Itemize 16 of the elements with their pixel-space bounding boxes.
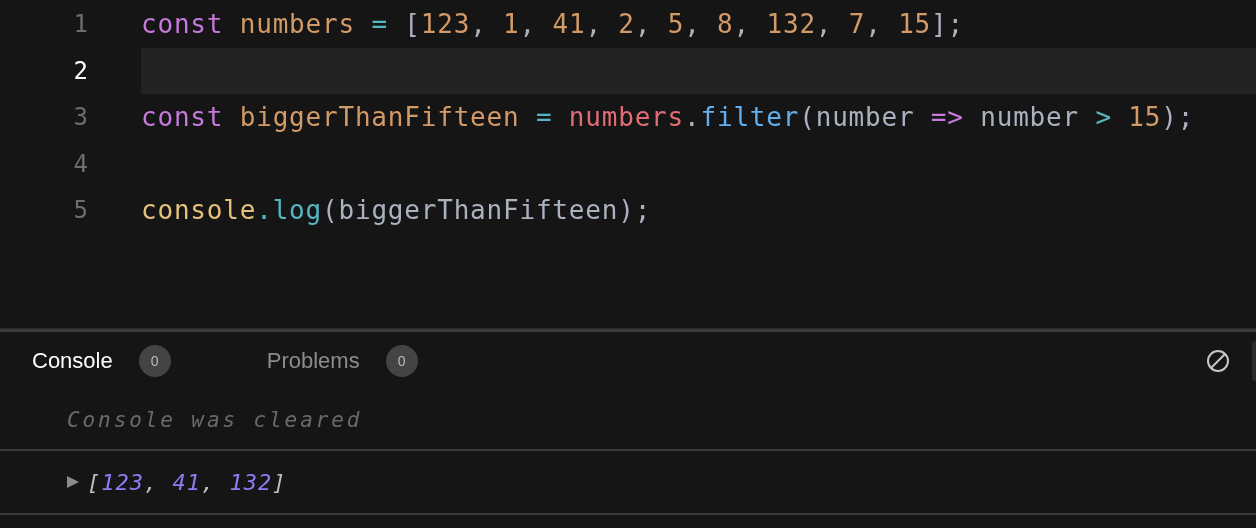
line-number: 5 <box>72 196 88 225</box>
console-message: Console was cleared <box>67 407 363 432</box>
console-output: [123, 41, 132] <box>87 469 287 495</box>
line-number: 4 <box>72 149 88 178</box>
code-line: const numbers = [123, 1, 41, 2, 5, 8, 132, 7, 15]; <box>141 9 964 40</box>
panel-tab[interactable]: Console 0 <box>32 345 171 377</box>
line-number: 2 <box>72 56 88 85</box>
count-badge: 0 <box>138 345 171 377</box>
line-number: 1 <box>72 10 88 39</box>
code-line: const biggerThanFifteen = numbers.filter(number => number > 15); <box>141 102 1195 133</box>
count-badge: 0 <box>385 345 418 377</box>
expand-triangle-icon[interactable] <box>67 475 79 489</box>
line-number: 3 <box>72 103 88 132</box>
clear-console-icon[interactable] <box>1206 349 1230 373</box>
code-line: console.log(biggerThanFifteen); <box>141 195 652 226</box>
panel-tab[interactable]: Problems 0 <box>266 345 418 377</box>
